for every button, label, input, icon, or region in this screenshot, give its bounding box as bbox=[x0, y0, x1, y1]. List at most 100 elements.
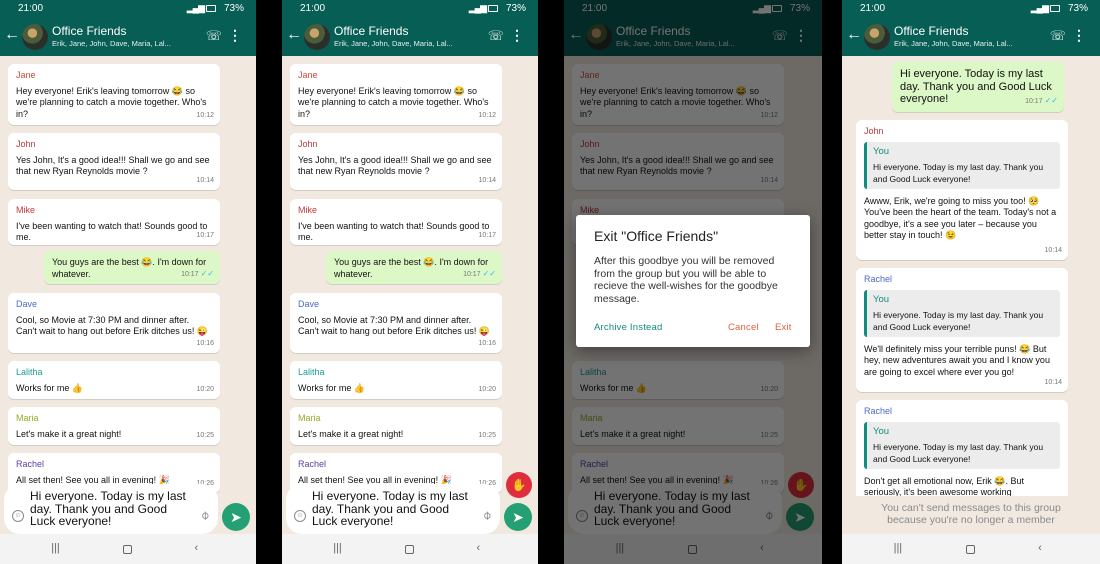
group-title[interactable]: Office Friends bbox=[334, 24, 408, 38]
cancel-button[interactable]: Cancel bbox=[728, 322, 759, 333]
message-bubble[interactable]: Jane Hey everyone! Erik's leaving tomorr… bbox=[290, 64, 502, 125]
message-bubble[interactable]: Maria Let's make it a great night! 10:25 bbox=[290, 407, 502, 445]
emoji-icon[interactable]: ☺ bbox=[12, 510, 24, 522]
group-avatar[interactable] bbox=[304, 24, 330, 50]
wave-goodbye-button[interactable]: ✋ bbox=[506, 472, 532, 498]
message-text: Hey everyone! Erik's leaving tomorrow 😂 … bbox=[298, 85, 489, 119]
message-composer[interactable]: ☺ Hi everyone. Today is my last day. Tha… bbox=[4, 484, 218, 534]
outgoing-message[interactable]: You guys are the best 😂. I'm down for wh… bbox=[44, 251, 220, 284]
recent-apps-icon[interactable]: ||| bbox=[51, 542, 60, 554]
group-title[interactable]: Office Friends bbox=[894, 24, 968, 38]
message-bubble[interactable]: Dave Cool, so Movie at 7:30 PM and dinne… bbox=[8, 293, 220, 353]
sender-name: Rachel bbox=[298, 459, 327, 469]
message-time: 10:25 bbox=[478, 431, 496, 439]
send-button[interactable]: ➤ bbox=[222, 503, 250, 531]
message-text: Let's make it a great night! bbox=[298, 428, 404, 439]
sender-name: John bbox=[864, 126, 884, 136]
sender-name: Mike bbox=[16, 205, 36, 215]
message-time: 10:16 bbox=[478, 339, 496, 347]
message-text: Works for me 👍 bbox=[298, 382, 366, 393]
message-text: Cool, so Movie at 7:30 PM and dinner aft… bbox=[16, 314, 209, 337]
reply-bubble[interactable]: Rachel You Hi everyone. Today is my last… bbox=[856, 400, 1068, 496]
wave-icon: ✋ bbox=[511, 478, 527, 492]
reply-bubble[interactable]: Rachel You Hi everyone. Today is my last… bbox=[856, 268, 1068, 392]
message-time: 10:17 bbox=[478, 231, 496, 239]
cannot-send-notice: You can't send messages to this group be… bbox=[881, 502, 1061, 526]
emoji-icon[interactable]: ☺ bbox=[294, 510, 306, 522]
screen-1-chat: 21:00 ▂▄▆ 73% ← Office Friends Erik, Jan… bbox=[0, 0, 256, 564]
message-bubble[interactable]: Lalitha Works for me 👍 10:20 bbox=[8, 361, 220, 399]
message-composer[interactable]: ☺ Hi everyone. Today is my last day. Tha… bbox=[286, 484, 500, 534]
signal-icon: ▂▄▆ bbox=[1030, 3, 1049, 13]
archive-instead-button[interactable]: Archive Instead bbox=[594, 322, 662, 333]
nav-back-icon[interactable]: ‹ bbox=[477, 542, 481, 554]
home-icon[interactable] bbox=[404, 545, 414, 554]
back-arrow-icon[interactable]: ← bbox=[846, 26, 862, 44]
status-bar: 21:00 ▂▄▆ 73% bbox=[842, 0, 1100, 18]
message-bubble[interactable]: Jane Hey everyone! Erik's leaving tomorr… bbox=[8, 64, 220, 125]
message-list[interactable]: Jane Hey everyone! Erik's leaving tomorr… bbox=[282, 56, 538, 534]
sender-name: Rachel bbox=[864, 406, 893, 416]
quoted-message[interactable]: You Hi everyone. Today is my last day. T… bbox=[864, 141, 1060, 189]
message-bubble[interactable]: John Yes John, It's a good idea!!! Shall… bbox=[8, 133, 220, 190]
add-call-icon[interactable]: ☏ bbox=[1050, 28, 1066, 44]
group-avatar[interactable] bbox=[864, 24, 890, 50]
message-bubble[interactable]: Mike I've been wanting to watch that! So… bbox=[290, 199, 502, 245]
message-bubble[interactable]: John Yes John, It's a good idea!!! Shall… bbox=[290, 133, 502, 190]
reply-bubble[interactable]: John You Hi everyone. Today is my last d… bbox=[856, 120, 1068, 260]
message-text: Awww, Erik, we're going to miss you too!… bbox=[864, 195, 1057, 241]
home-icon[interactable] bbox=[122, 545, 132, 554]
message-input[interactable]: Hi everyone. Today is my last day. Thank… bbox=[312, 490, 472, 528]
message-list[interactable]: Hi everyone. Today is my last day. Thank… bbox=[842, 56, 1100, 496]
quoted-message[interactable]: You Hi everyone. Today is my last day. T… bbox=[864, 289, 1060, 337]
group-title[interactable]: Office Friends bbox=[52, 24, 126, 38]
status-time: 21:00 bbox=[18, 3, 44, 14]
read-ticks-icon: ✓✓ bbox=[482, 268, 496, 278]
group-members[interactable]: Erik, Jane, John, Dave, Maria, Lal... bbox=[334, 39, 453, 48]
back-arrow-icon[interactable]: ← bbox=[4, 26, 20, 44]
message-text: Hey everyone! Erik's leaving tomorrow 😂 … bbox=[16, 85, 207, 119]
message-bubble[interactable]: Maria Let's make it a great night! 10:25 bbox=[8, 407, 220, 445]
message-input[interactable]: Hi everyone. Today is my last day. Thank… bbox=[30, 490, 190, 528]
read-ticks-icon: ✓✓ bbox=[200, 268, 214, 278]
recent-apps-icon[interactable]: ||| bbox=[333, 542, 342, 554]
chat-header: ← Office Friends Erik, Jane, John, Dave,… bbox=[0, 18, 256, 56]
send-icon: ➤ bbox=[230, 509, 242, 525]
back-arrow-icon[interactable]: ← bbox=[286, 26, 302, 44]
add-call-icon[interactable]: ☏ bbox=[206, 28, 222, 44]
message-time: 10:12 bbox=[196, 111, 214, 119]
nav-back-icon[interactable]: ‹ bbox=[195, 542, 199, 554]
sender-name: Rachel bbox=[864, 274, 893, 284]
read-ticks-icon: ✓✓ bbox=[1044, 95, 1058, 105]
chat-header: ← Office Friends Erik, Jane, John, Dave,… bbox=[282, 18, 538, 56]
home-icon[interactable] bbox=[965, 545, 975, 554]
attach-icon[interactable]: ⌀ bbox=[479, 507, 494, 522]
sender-name: Lalitha bbox=[16, 367, 43, 377]
message-bubble[interactable]: Mike I've been wanting to watch that! So… bbox=[8, 199, 220, 245]
signal-icon: ▂▄▆ bbox=[186, 3, 205, 13]
exit-group-dialog: Exit "Office Friends" After this goodbye… bbox=[576, 215, 810, 347]
message-bubble[interactable]: Dave Cool, so Movie at 7:30 PM and dinne… bbox=[290, 293, 502, 353]
group-avatar[interactable] bbox=[22, 24, 48, 50]
more-vert-icon[interactable]: ⋮ bbox=[510, 27, 524, 44]
group-members[interactable]: Erik, Jane, John, Dave, Maria, Lal... bbox=[52, 39, 171, 48]
more-vert-icon[interactable]: ⋮ bbox=[1072, 27, 1086, 44]
quoted-message[interactable]: You Hi everyone. Today is my last day. T… bbox=[864, 421, 1060, 469]
message-time: 10:17 bbox=[196, 231, 214, 239]
nav-back-icon[interactable]: ‹ bbox=[1038, 542, 1042, 554]
outgoing-message[interactable]: You guys are the best 😂. I'm down for wh… bbox=[326, 251, 502, 284]
attach-icon[interactable]: ⌀ bbox=[197, 507, 212, 522]
exit-button[interactable]: Exit bbox=[775, 322, 792, 333]
sender-name: Dave bbox=[298, 299, 320, 309]
sender-name: Jane bbox=[16, 70, 36, 80]
message-bubble[interactable]: Lalitha Works for me 👍 10:20 bbox=[290, 361, 502, 399]
add-call-icon[interactable]: ☏ bbox=[488, 28, 504, 44]
send-button[interactable]: ➤ bbox=[504, 503, 532, 531]
message-time: 10:20 bbox=[196, 385, 214, 393]
group-members[interactable]: Erik, Jane, John, Dave, Maria, Lal... bbox=[894, 39, 1013, 48]
recent-apps-icon[interactable]: ||| bbox=[894, 542, 903, 554]
outgoing-goodbye-message[interactable]: Hi everyone. Today is my last day. Thank… bbox=[892, 62, 1064, 112]
more-vert-icon[interactable]: ⋮ bbox=[228, 27, 242, 44]
message-list[interactable]: Jane Hey everyone! Erik's leaving tomorr… bbox=[0, 56, 256, 534]
message-time: 10:17 ✓✓ bbox=[463, 268, 496, 278]
